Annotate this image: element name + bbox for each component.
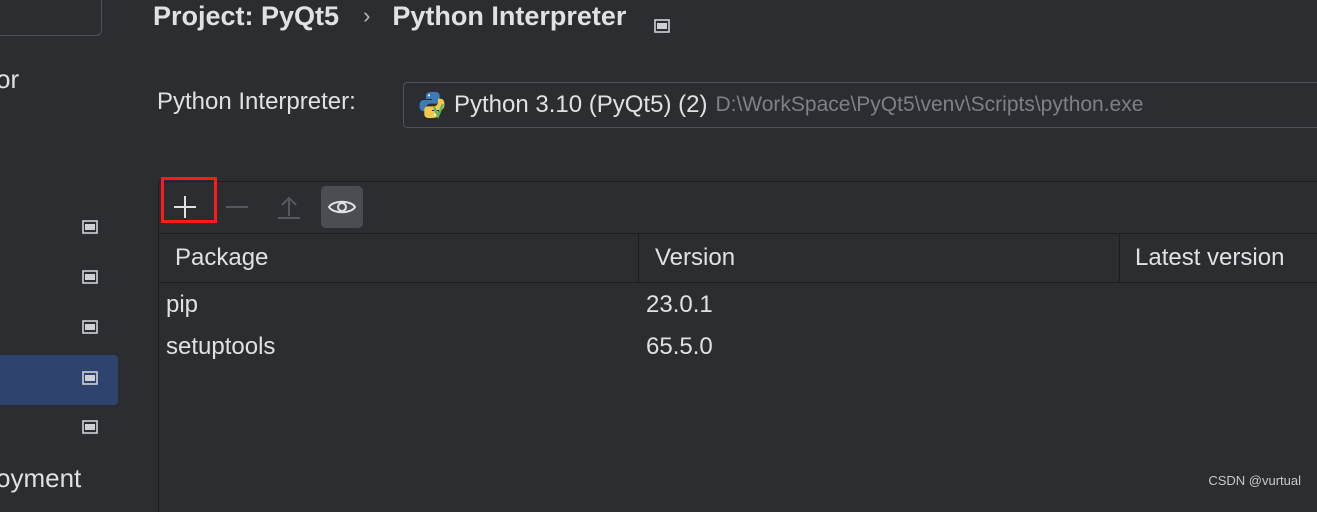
window-icon — [82, 420, 98, 434]
watermark: CSDN @vurtual — [1208, 473, 1301, 488]
breadcrumb-separator: › — [363, 3, 371, 28]
package-version: 65.5.0 — [646, 333, 713, 360]
interpreter-label: Python Interpreter: — [157, 88, 356, 115]
table-row[interactable]: setuptools 65.5.0 — [159, 326, 1317, 368]
breadcrumb: Project: PyQt5 › Python Interpreter — [153, 0, 671, 36]
column-header-version[interactable]: Version — [639, 234, 1120, 282]
eye-icon — [327, 200, 357, 214]
packages-table-header: Package Version Latest version — [159, 233, 1317, 283]
sidebar-item-deployment[interactable]: oyment — [0, 463, 81, 494]
column-header-package[interactable]: Package — [159, 234, 639, 282]
window-icon — [82, 320, 98, 334]
sidebar-item-3[interactable] — [0, 304, 118, 354]
sidebar-item-2[interactable] — [0, 254, 118, 304]
sidebar-item-1[interactable] — [0, 204, 118, 254]
packages-toolbar — [159, 177, 1317, 232]
window-icon — [82, 220, 98, 234]
interpreter-select[interactable]: Python 3.10 (PyQt5) (2) D:\WorkSpace\PyQ… — [403, 82, 1317, 128]
package-name: setuptools — [166, 333, 276, 360]
upgrade-icon — [278, 196, 300, 219]
highlight-box — [161, 177, 217, 223]
minus-icon — [226, 206, 248, 208]
window-icon — [82, 371, 98, 385]
show-early-releases-toggle[interactable] — [321, 186, 363, 228]
interpreter-name: Python 3.10 (PyQt5) (2) — [454, 91, 708, 118]
column-header-latest-version[interactable]: Latest version — [1120, 234, 1317, 282]
interpreter-path: D:\WorkSpace\PyQt5\venv\Scripts\python.e… — [715, 93, 1144, 116]
sidebar-item-partial-top[interactable]: or — [0, 64, 19, 95]
window-icon — [654, 9, 671, 33]
settings-sidebar: or oyment — [0, 0, 120, 496]
package-version: 23.0.1 — [646, 291, 713, 318]
settings-search-input[interactable] — [0, 0, 102, 36]
sidebar-item-python-interpreter[interactable] — [0, 355, 118, 405]
upgrade-package-button[interactable] — [269, 187, 309, 227]
sidebar-item-5[interactable] — [0, 404, 118, 454]
packages-panel: Package Version Latest version pip 23.0.… — [158, 177, 1317, 512]
table-row[interactable]: pip 23.0.1 — [159, 284, 1317, 326]
breadcrumb-project: Project: PyQt5 — [153, 0, 340, 31]
page-title: Python Interpreter — [392, 0, 627, 31]
settings-main: Project: PyQt5 › Python Interpreter Pyth… — [120, 0, 1317, 512]
package-name: pip — [166, 291, 199, 318]
remove-package-button[interactable] — [217, 187, 257, 227]
python-logo-icon — [416, 89, 448, 121]
window-icon — [82, 270, 98, 284]
